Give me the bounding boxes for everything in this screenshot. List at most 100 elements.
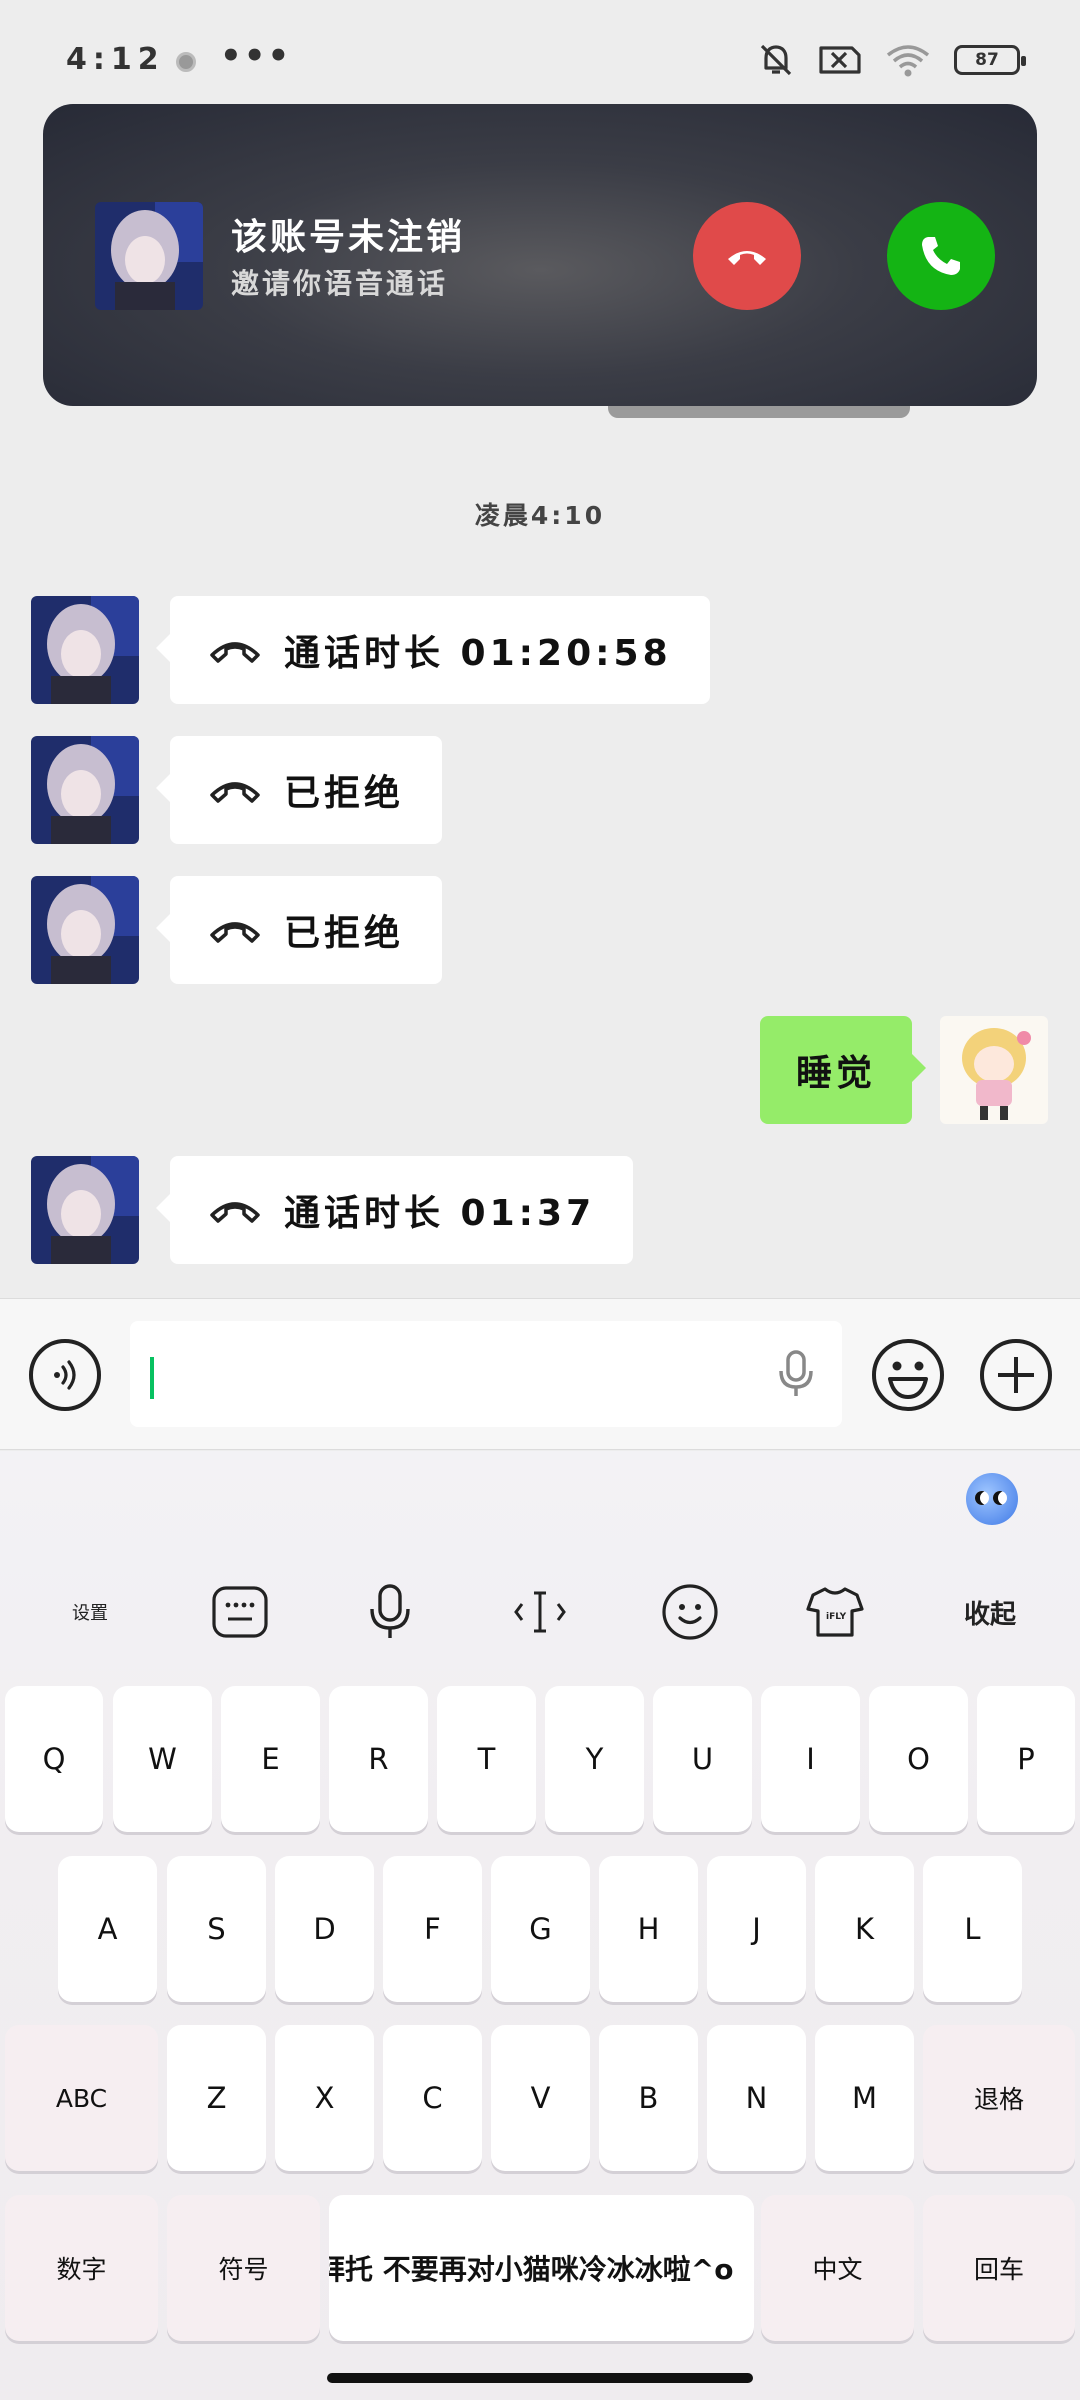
key-enter[interactable]: 回车: [923, 2195, 1075, 2341]
message-text: 通话时长 01:37: [284, 1193, 596, 1234]
call-record-bubble[interactable]: 已拒绝: [155, 876, 443, 984]
avatar[interactable]: [31, 596, 139, 704]
phone-hangup-icon: [208, 915, 262, 945]
key-i[interactable]: I: [761, 1686, 860, 1832]
phone-hangup-icon: [208, 1195, 262, 1225]
chat-input-bar: [0, 1298, 1080, 1450]
message-row: 通话时长 01:37: [0, 1156, 1080, 1264]
key-numbers[interactable]: 数字: [5, 2195, 158, 2341]
voice-toggle-button[interactable]: [29, 1339, 101, 1411]
status-more-icon: •••: [220, 36, 292, 76]
call-subtitle: 邀请你语音通话: [231, 267, 449, 300]
key-backspace[interactable]: 退格: [923, 2025, 1075, 2171]
mute-bell-icon: [760, 44, 792, 76]
keyboard-skin-button[interactable]: iFLY: [795, 1567, 875, 1657]
phone-hangup-icon: [208, 775, 262, 805]
emoji-icon[interactable]: [870, 1337, 946, 1413]
key-w[interactable]: W: [113, 1686, 212, 1832]
key-f[interactable]: F: [383, 1856, 482, 2002]
incoming-call-banner[interactable]: 该账号未注销 邀请你语音通话: [43, 104, 1037, 406]
key-m[interactable]: M: [815, 2025, 914, 2171]
text-cursor: [150, 1357, 154, 1399]
key-y[interactable]: Y: [545, 1686, 644, 1832]
key-t[interactable]: T: [437, 1686, 536, 1832]
key-c[interactable]: C: [383, 2025, 482, 2171]
call-record-bubble[interactable]: 通话时长 01:37: [155, 1156, 634, 1264]
key-k[interactable]: K: [815, 1856, 914, 2002]
cursor-icon: [514, 1591, 566, 1633]
avatar[interactable]: [31, 1156, 139, 1264]
chat-timestamp: 凌晨4:10: [474, 501, 606, 530]
key-symbols[interactable]: 符号: [167, 2195, 320, 2341]
keyboard-toolbar: 设置 iFLY 收起: [0, 1567, 1080, 1657]
plus-icon[interactable]: [978, 1337, 1054, 1413]
notification-dot-icon: [176, 52, 196, 72]
voice-input-button[interactable]: [350, 1567, 430, 1657]
key-a[interactable]: A: [58, 1856, 157, 2002]
key-d[interactable]: D: [275, 1856, 374, 2002]
key-j[interactable]: J: [707, 1856, 806, 2002]
status-icons: 87: [756, 40, 1026, 80]
key-p[interactable]: P: [977, 1686, 1075, 1832]
message-text: 已拒绝: [284, 913, 405, 954]
battery-level: 87: [975, 50, 999, 70]
cursor-move-button[interactable]: [500, 1567, 580, 1657]
message-text: 通话时长 01:20:58: [284, 633, 672, 674]
phone-icon: [922, 237, 960, 275]
call-record-bubble[interactable]: 已拒绝: [155, 736, 443, 844]
keyboard-emoji-button[interactable]: [650, 1567, 730, 1657]
key-z[interactable]: Z: [167, 2025, 266, 2171]
phone-hangup-icon: [208, 635, 262, 665]
wifi-icon: [886, 45, 930, 77]
message-row: 睡觉: [0, 1016, 1080, 1124]
key-space[interactable]: 拜托 不要再对小猫咪冷冰冰啦^o: [329, 2195, 754, 2341]
caller-avatar: [95, 202, 203, 310]
avatar[interactable]: [31, 736, 139, 844]
key-chinese[interactable]: 中文: [761, 2195, 914, 2341]
call-record-bubble[interactable]: 通话时长 01:20:58: [156, 596, 710, 704]
key-l[interactable]: L: [923, 1856, 1022, 2002]
key-u[interactable]: U: [653, 1686, 752, 1832]
keyboard-collapse-button[interactable]: 收起: [950, 1567, 1030, 1657]
key-x[interactable]: X: [275, 2025, 374, 2171]
key-o[interactable]: O: [869, 1686, 968, 1832]
accept-call-button[interactable]: [887, 202, 995, 310]
avatar[interactable]: [940, 1016, 1048, 1124]
decline-call-button[interactable]: [693, 202, 801, 310]
microphone-icon[interactable]: [776, 1349, 816, 1399]
key-v[interactable]: V: [491, 2025, 590, 2171]
svg-text:iFLY: iFLY: [826, 1612, 847, 1622]
soft-keyboard: 设置 iFLY 收起 Q W E R T Y U I O P A S D F G…: [0, 1451, 1080, 2400]
voice-toggle-icon: [54, 1360, 76, 1390]
skin-icon: iFLY: [806, 1587, 864, 1637]
keyboard-layout-button[interactable]: [200, 1567, 280, 1657]
space-key-text: 拜托 不要再对小猫咪冷冰冰啦^o: [329, 2253, 734, 2286]
key-s[interactable]: S: [167, 1856, 266, 2002]
home-indicator[interactable]: [327, 2373, 753, 2383]
battery-icon: 87: [954, 45, 1026, 75]
message-row: 通话时长 01:20:58: [0, 596, 1080, 704]
message-input[interactable]: [130, 1321, 842, 1427]
keyboard-icon: [212, 1586, 268, 1638]
key-q[interactable]: Q: [5, 1686, 103, 1832]
key-n[interactable]: N: [707, 2025, 806, 2171]
hang-up-icon: [728, 251, 766, 265]
message-text: 已拒绝: [284, 773, 405, 814]
emoji-icon: [662, 1584, 718, 1640]
avatar[interactable]: [31, 876, 139, 984]
text-message-bubble[interactable]: 睡觉: [759, 1016, 927, 1124]
key-e[interactable]: E: [221, 1686, 320, 1832]
message-row: 已拒绝: [0, 736, 1080, 844]
message-text: 睡觉: [795, 1053, 876, 1094]
key-abc[interactable]: ABC: [5, 2025, 158, 2171]
key-h[interactable]: H: [599, 1856, 698, 2002]
caller-name: 该账号未注销: [231, 217, 466, 258]
status-bar: 4:12 ••• 87: [0, 0, 1080, 110]
keyboard-settings-button[interactable]: 设置: [50, 1567, 130, 1657]
key-r[interactable]: R: [329, 1686, 428, 1832]
keyboard-mascot-icon[interactable]: [966, 1473, 1018, 1525]
microphone-icon: [370, 1584, 410, 1638]
key-g[interactable]: G: [491, 1856, 590, 2002]
no-sim-icon: [819, 46, 861, 74]
key-b[interactable]: B: [599, 2025, 698, 2171]
